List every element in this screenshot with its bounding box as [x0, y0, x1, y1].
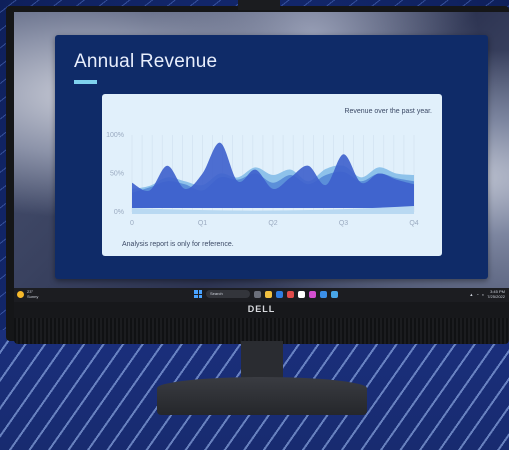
weather-text: Sunny [27, 293, 39, 299]
y-tick-label: 50% [110, 171, 124, 178]
windows-start-icon[interactable] [194, 290, 202, 298]
chart-card: Revenue over the past year. 100% 50% 0% 0 Q1… [102, 94, 442, 256]
presentation-slide: Annual Revenue Revenue over the past yea… [55, 35, 488, 279]
mail-icon[interactable] [320, 290, 327, 298]
task-view-icon[interactable] [254, 290, 261, 298]
photos-icon[interactable] [331, 290, 338, 298]
chevron-up-icon[interactable]: ▲ [469, 292, 473, 297]
x-tick-label: Q1 [198, 220, 207, 227]
system-tray: ▲ ◔ ◖ 3:45 PM 7/25/2022 [469, 289, 505, 299]
chart-footnote: Analysis report is only for reference. [122, 241, 234, 248]
y-tick-label: 100% [106, 132, 124, 139]
title-accent-bar [74, 80, 97, 84]
screen: Annual Revenue Revenue over the past yea… [14, 12, 509, 288]
x-tick-label: Q4 [409, 220, 418, 227]
taskbar: 23° Sunny Search ▲ ◔ ◖ 3:45 PM 7/25/2022 [14, 288, 509, 302]
x-tick-label: 0 [130, 220, 134, 227]
clock-date: 7/25/2022 [487, 293, 505, 299]
clock[interactable]: 3:45 PM 7/25/2022 [487, 289, 505, 299]
file-explorer-icon[interactable] [265, 290, 272, 298]
slide-title: Annual Revenue [74, 51, 218, 72]
revenue-area-chart: 100% 50% 0% 0 Q1 Q2 Q3 Q4 [106, 132, 419, 227]
volume-icon[interactable]: ◖ [482, 292, 484, 297]
monitor: Annual Revenue Revenue over the past yea… [6, 0, 509, 344]
webcam-housing [238, 0, 280, 10]
monitor-chin: DELL [14, 302, 509, 318]
wifi-icon[interactable]: ◔ [476, 292, 478, 297]
edge-icon[interactable] [276, 290, 283, 298]
monitor-stand-neck [241, 341, 283, 381]
x-tick-label: Q2 [268, 220, 277, 227]
store-icon[interactable] [298, 290, 305, 298]
brand-logo: DELL [247, 304, 276, 314]
weather-widget[interactable]: 23° Sunny [17, 289, 39, 299]
taskbar-center: Search [194, 290, 338, 298]
sun-icon [17, 291, 24, 298]
app-icon[interactable] [309, 290, 316, 298]
y-tick-label: 0% [114, 209, 124, 216]
x-tick-label: Q3 [339, 220, 348, 227]
taskbar-search[interactable]: Search [206, 290, 250, 298]
search-placeholder: Search [210, 291, 223, 296]
monitor-stand-base [157, 377, 367, 415]
office-icon[interactable] [287, 290, 294, 298]
